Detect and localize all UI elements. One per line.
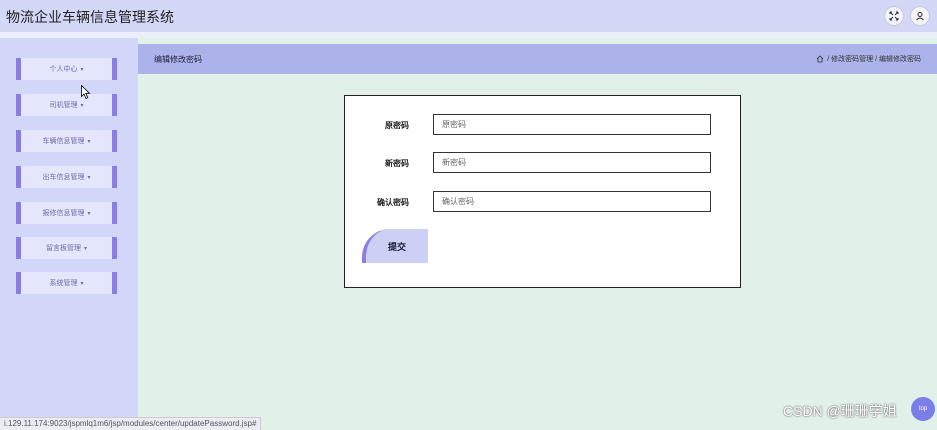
sidebar-item-driver-management[interactable]: 司机管理 ▾: [16, 94, 117, 116]
chevron-down-icon: ▾: [80, 102, 84, 109]
old-password-input[interactable]: [433, 114, 711, 135]
password-form: 原密码 新密码 确认密码 提交: [344, 95, 741, 288]
top-bar: 物流企业车辆信息管理系统: [0, 0, 937, 32]
sidebar-item-label: 出车信息管理: [42, 174, 85, 181]
chevron-down-icon: ▾: [87, 210, 91, 217]
fullscreen-icon[interactable]: [884, 6, 904, 26]
chevron-down-icon: ▾: [83, 245, 87, 252]
sidebar-item-repair-info[interactable]: 报修信息管理 ▾: [16, 202, 117, 224]
chevron-down-icon: ▾: [87, 174, 91, 181]
sidebar-item-label: 司机管理: [49, 102, 78, 109]
sidebar: 个人中心 ▾ 司机管理 ▾ 车辆信息管理 ▾ 出车信息管理 ▾ 报修信息管理 ▾ 留言板管…: [0, 38, 138, 430]
status-bar-url: i.129.11.174:9023/jspmlq1m6/jsp/modules/…: [0, 417, 262, 430]
old-password-label: 原密码: [385, 121, 409, 130]
sidebar-item-message-board[interactable]: 留言板管理 ▾: [16, 237, 117, 259]
page-title: 编辑修改密码: [154, 55, 202, 64]
new-password-input[interactable]: [433, 152, 711, 173]
breadcrumb: / 修改密码管理 / 编辑修改密码: [816, 54, 921, 64]
sidebar-item-label: 留言板管理: [45, 245, 81, 252]
back-to-top-button[interactable]: top: [911, 397, 935, 421]
sidebar-item-dispatch-info[interactable]: 出车信息管理 ▾: [16, 166, 117, 188]
home-icon[interactable]: [816, 55, 824, 63]
sidebar-item-label: 报修信息管理: [42, 210, 85, 217]
new-password-label: 新密码: [385, 159, 409, 168]
chevron-down-icon: ▾: [80, 66, 84, 73]
sidebar-item-label: 车辆信息管理: [42, 138, 85, 145]
sidebar-item-label: 系统管理: [49, 280, 78, 287]
sidebar-item-label: 个人中心: [49, 66, 78, 73]
confirm-password-label: 确认密码: [377, 198, 409, 207]
user-icon[interactable]: [910, 6, 930, 26]
chevron-down-icon: ▾: [87, 138, 91, 145]
submit-button[interactable]: 提交: [362, 229, 428, 263]
chevron-down-icon: ▾: [80, 280, 84, 287]
sidebar-item-system-management[interactable]: 系统管理 ▾: [16, 272, 117, 294]
sidebar-item-vehicle-info[interactable]: 车辆信息管理 ▾: [16, 130, 117, 152]
app-title: 物流企业车辆信息管理系统: [6, 9, 174, 25]
sidebar-item-personal-center[interactable]: 个人中心 ▾: [16, 58, 117, 80]
mouse-cursor-icon: [81, 85, 91, 100]
breadcrumb-path[interactable]: / 修改密码管理 / 编辑修改密码: [827, 54, 921, 64]
page-header: 编辑修改密码 / 修改密码管理 / 编辑修改密码: [138, 44, 937, 74]
watermark: CSDN @珊珊学姐: [783, 403, 897, 419]
confirm-password-input[interactable]: [433, 191, 711, 212]
main-content: 编辑修改密码 / 修改密码管理 / 编辑修改密码 原密码 新密码 确认密码 提交: [138, 38, 937, 430]
